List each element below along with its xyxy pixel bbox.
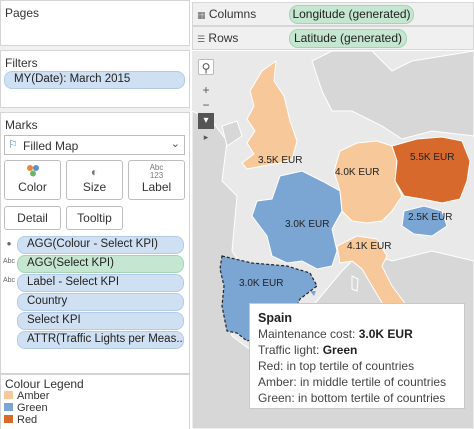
field-pill-select-kpi[interactable]: Select KPI (17, 312, 184, 330)
map-label-italy: 4.1K EUR (347, 241, 392, 252)
map-label-spain: 3.0K EUR (239, 278, 284, 289)
legend-item-red[interactable]: Red (4, 415, 37, 426)
columns-label: ▦ Columns (197, 7, 256, 21)
columns-pill[interactable]: Longitude (generated) (289, 5, 414, 24)
field-pill-country[interactable]: Country (17, 293, 184, 311)
size-button[interactable]: ◐ Size (66, 160, 123, 200)
tooltip-line-amber: Amber: in middle tertile of countries (258, 375, 447, 389)
pin-map-icon[interactable]: ▾ (198, 113, 214, 129)
country-uk[interactable] (241, 59, 298, 170)
tooltip-line-green: Green: in bottom tertile of countries (258, 391, 446, 405)
filled-map-icon: ⚐ (8, 139, 18, 151)
rows-shelf[interactable]: ☰ Rows Latitude (generated) (192, 26, 474, 50)
tooltip-button[interactable]: Tooltip (66, 206, 123, 230)
legend-item-amber[interactable]: Amber (4, 391, 49, 402)
label-button[interactable]: Abc 123 Label (128, 160, 185, 200)
tooltip-line-red: Red: in top tertile of countries (258, 359, 415, 373)
field-pill-traffic-lights[interactable]: ATTR(Traffic Lights per Meas.. (17, 331, 184, 349)
amber-swatch (4, 391, 13, 399)
label-abc-icon: Abc 123 (149, 163, 164, 180)
tooltip-light-value: Green (322, 343, 358, 357)
tooltip-light-label: Traffic light: (258, 343, 320, 357)
filter-pill[interactable]: MY(Date): March 2015 (4, 71, 185, 89)
chevron-down-icon: ⌄ (170, 138, 180, 150)
corsica (351, 275, 359, 292)
filters-title: Filters (5, 56, 38, 70)
pages-card: Pages (0, 0, 190, 46)
columns-text: Columns (208, 7, 257, 21)
country-germany[interactable] (333, 140, 403, 224)
mark-type-select[interactable]: ⚐ Filled Map ⌄ (4, 135, 185, 155)
red-swatch (4, 415, 13, 423)
tooltip-cost-row: Maintenance cost: 3.0K EUR (258, 326, 464, 342)
pages-title: Pages (5, 6, 40, 20)
detail-button[interactable]: Detail (4, 206, 61, 230)
map-search-icon[interactable]: ⚲ (198, 59, 214, 75)
map-label-hungary: 2.5K EUR (408, 212, 453, 223)
label-label: Label (141, 180, 172, 194)
rows-pill[interactable]: Latitude (generated) (289, 29, 407, 48)
tooltip-title: Spain (258, 311, 293, 325)
color-palette-icon (5, 164, 60, 180)
expand-toolbar-icon[interactable]: ▸ (198, 129, 214, 145)
mark-type-label: Filled Map (23, 139, 79, 153)
tooltip: Spain Maintenance cost: 3.0K EUR Traffic… (249, 303, 465, 409)
tooltip-cost-value: 3.0K EUR (358, 327, 413, 341)
map-label-france: 3.0K EUR (285, 219, 330, 230)
legend-red-label: Red (17, 414, 38, 426)
marks-title: Marks (5, 118, 38, 132)
field-pill-colour[interactable]: AGG(Colour - Select KPI) (17, 236, 184, 254)
zoom-out-icon[interactable]: − (198, 97, 214, 113)
columns-icon: ▦ (197, 10, 206, 20)
color-button[interactable]: Color (4, 160, 61, 200)
rows-label: ☰ Rows (197, 31, 238, 45)
tooltip-cost-label: Maintenance cost: (258, 327, 356, 341)
legend-green-label: Green (17, 402, 48, 414)
color-field-icon: ● (6, 239, 12, 248)
rows-icon: ☰ (197, 34, 206, 44)
field-pill-label[interactable]: Label - Select KPI (17, 274, 184, 292)
label-field-icon-2: Abc (3, 277, 16, 284)
land-north (311, 51, 474, 140)
field-pill-select-kpi-agg[interactable]: AGG(Select KPI) (17, 255, 184, 273)
legend-amber-label: Amber (17, 390, 50, 402)
size-label: Size (82, 180, 107, 194)
map-label-germany: 4.0K EUR (335, 167, 380, 178)
columns-shelf[interactable]: ▦ Columns Longitude (generated) (192, 2, 474, 26)
size-icon: ◐ (90, 165, 99, 179)
country-poland[interactable] (391, 136, 471, 204)
zoom-in-icon[interactable]: + (198, 82, 214, 98)
tooltip-light-row: Traffic light: Green (258, 342, 464, 358)
rows-text: Rows (208, 31, 239, 45)
map-label-poland: 5.5K EUR (410, 152, 455, 163)
green-swatch (4, 403, 13, 411)
label-field-icon: Abc (3, 258, 16, 265)
map-label-uk: 3.5K EUR (258, 155, 303, 166)
color-label: Color (18, 180, 47, 194)
legend-item-green[interactable]: Green (4, 403, 48, 414)
balearic (310, 291, 316, 296)
